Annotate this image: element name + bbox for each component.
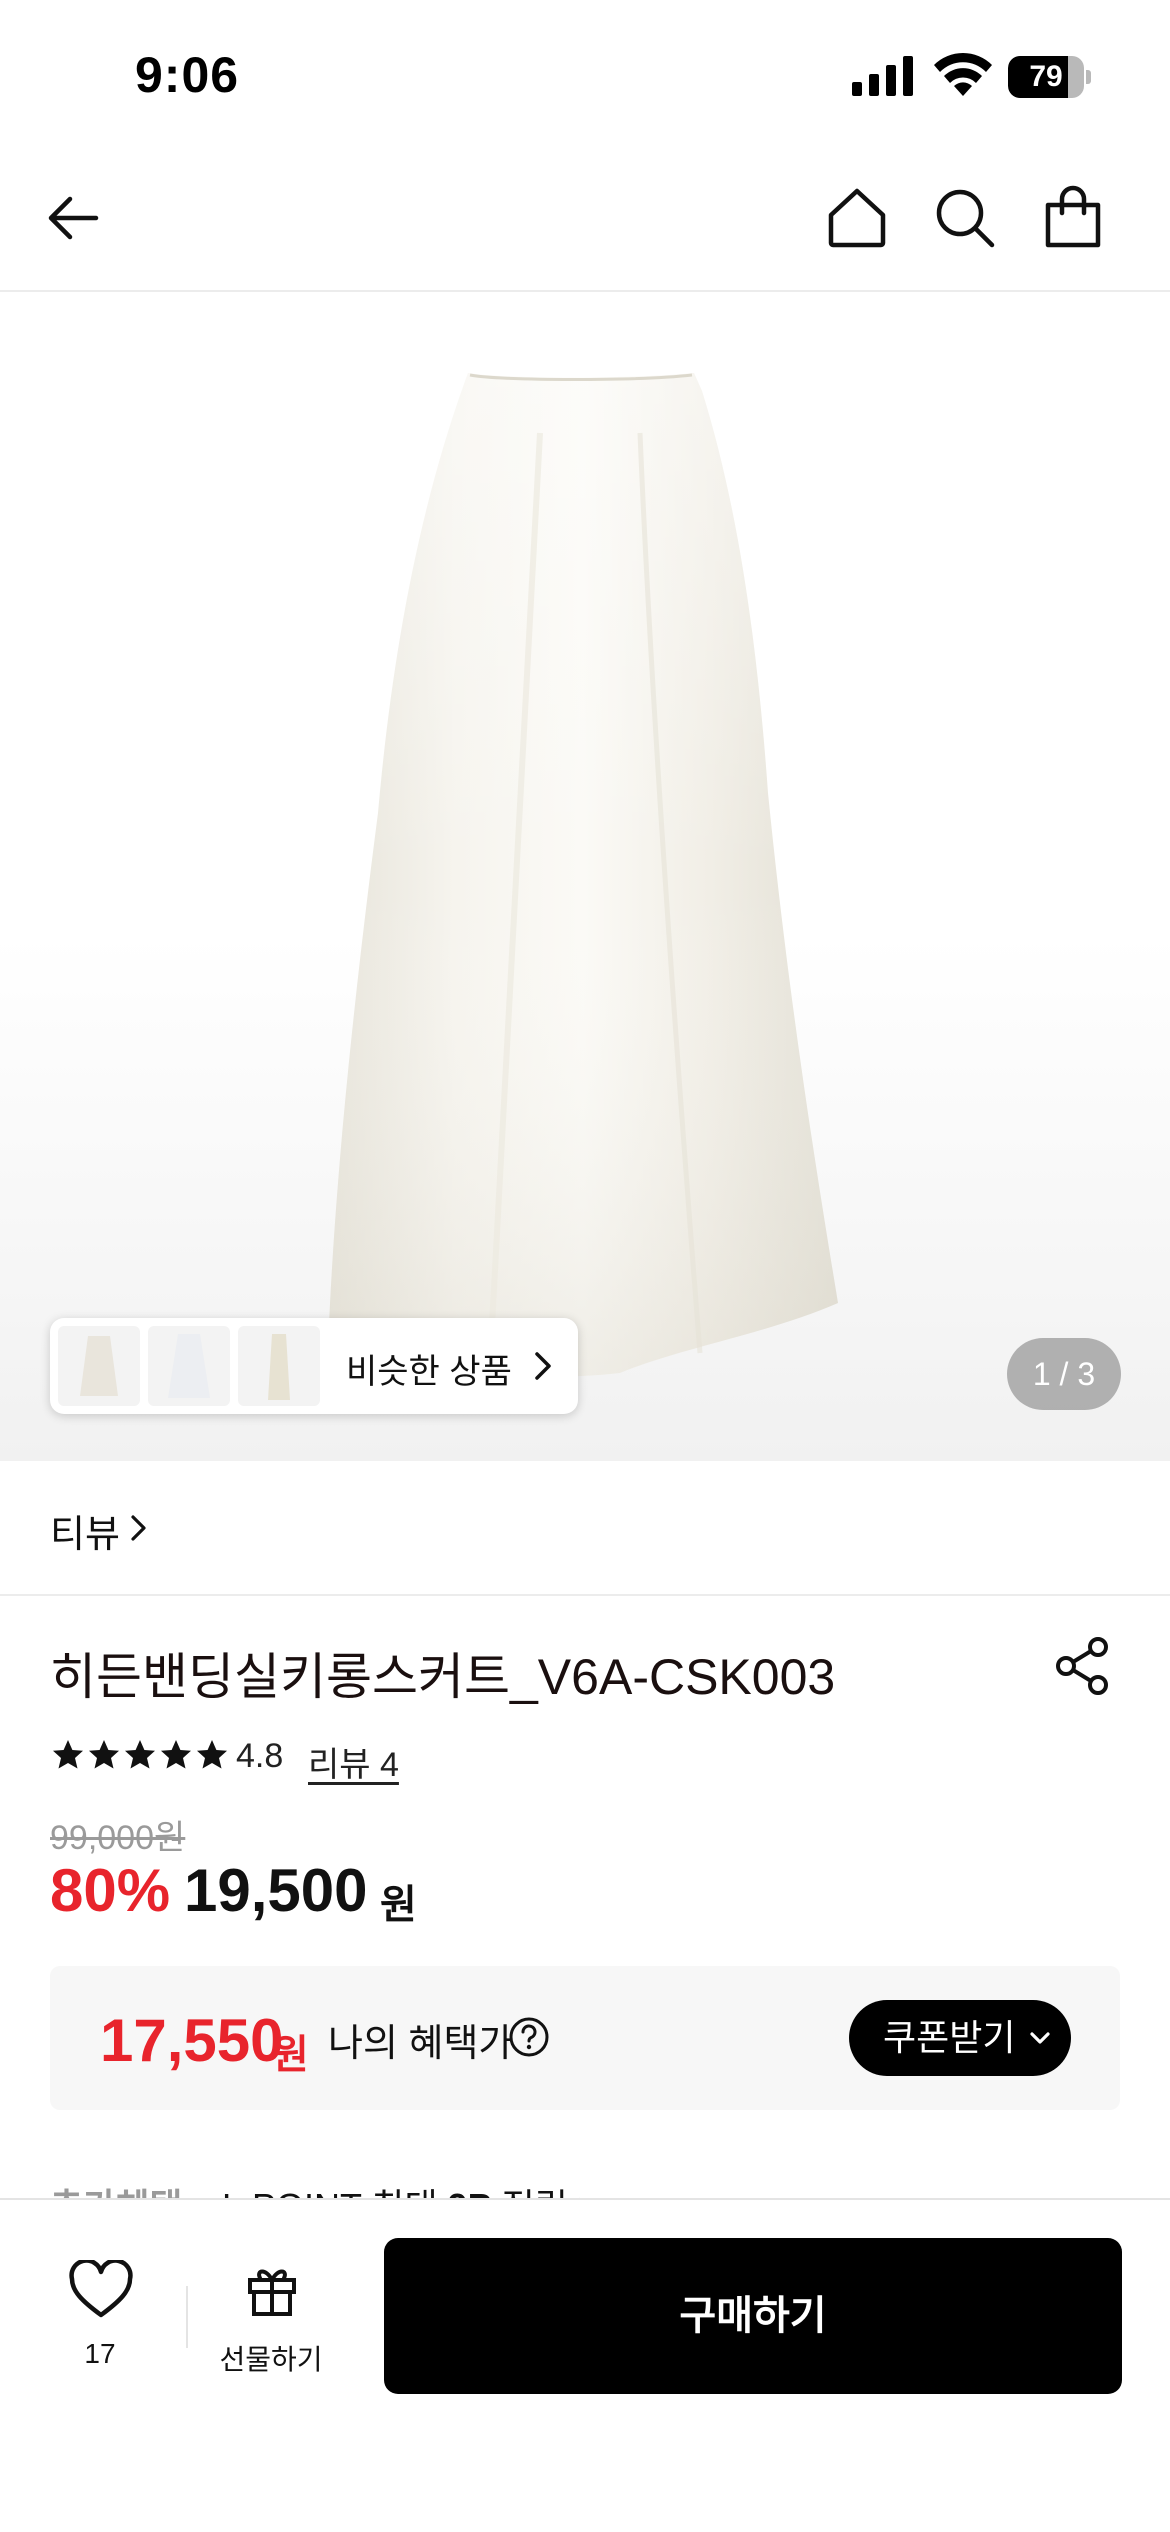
gift-label: 선물하기: [219, 2344, 323, 2375]
coupon-button-label: 쿠폰받기: [883, 2017, 1016, 2058]
wishlist-count: 17: [84, 2338, 116, 2369]
search-icon[interactable]: [930, 183, 1000, 253]
divider: [186, 2286, 188, 2348]
product-image-gallery[interactable]: 비슷한 상품 1 / 3: [0, 293, 1170, 1461]
star-icon: [161, 1740, 191, 1769]
chevron-right-icon: [535, 1352, 551, 1380]
gift-icon: [248, 2269, 296, 2316]
status-time: 9:06: [135, 47, 240, 103]
benefit-label: 나의 혜택가: [328, 2023, 514, 2065]
battery-level: 79: [1029, 60, 1063, 93]
wishlist-button[interactable]: 17: [50, 2260, 150, 2380]
star-icon: [197, 1740, 227, 1769]
original-price: 99,000원: [50, 1819, 186, 1857]
image-page-indicator: 1 / 3: [1007, 1338, 1121, 1410]
similar-thumbnail: [148, 1326, 230, 1406]
rating-row: 4.8 리뷰 4: [50, 1733, 650, 1786]
chevron-down-icon: [1030, 2032, 1050, 2044]
home-icon[interactable]: [822, 183, 892, 253]
top-nav-bar: [0, 150, 1170, 292]
back-arrow-icon[interactable]: [38, 183, 108, 253]
benefit-price: 17,550: [100, 2007, 284, 2074]
benefit-price-box: 17,550 원 나의 혜택가 쿠폰받기: [50, 1966, 1120, 2110]
buy-button[interactable]: 구매하기: [384, 2238, 1122, 2394]
chevron-right-icon: [131, 1515, 146, 1541]
brand-link[interactable]: 티뷰: [0, 1461, 1170, 1596]
price-row: 80% 19,500 원: [50, 1856, 850, 1936]
rating-stars: [50, 1737, 230, 1777]
wifi-icon: [934, 52, 992, 96]
cellular-signal-icon: [852, 56, 913, 96]
status-bar: 9:06 79: [0, 0, 1170, 150]
brand-name: 티뷰: [50, 1514, 120, 1556]
similar-thumbnail: [58, 1326, 140, 1406]
sale-price: 19,500: [184, 1857, 368, 1924]
star-icon: [89, 1740, 119, 1769]
similar-thumbnail: [238, 1326, 320, 1406]
help-icon[interactable]: [508, 2016, 550, 2058]
bottom-action-bar: 17 선물하기 구매하기: [0, 2198, 1170, 2532]
star-icon: [53, 1740, 83, 1769]
shopping-bag-icon[interactable]: [1038, 183, 1108, 253]
battery-icon: 79: [1008, 56, 1091, 98]
product-image-skirt: [328, 373, 838, 1377]
product-title: 히든밴딩실키롱스커트_V6A-CSK003: [50, 1649, 836, 1705]
sale-price-unit: 원: [380, 1883, 417, 1927]
heart-icon: [69, 2260, 133, 2318]
coupon-button[interactable]: 쿠폰받기: [849, 2000, 1071, 2076]
similar-products-label: 비슷한 상품: [346, 1353, 512, 1391]
share-icon[interactable]: [1052, 1635, 1114, 1697]
review-link[interactable]: 리뷰 4: [308, 1737, 399, 1786]
benefit-price-unit: 원: [272, 2033, 309, 2077]
rating-value: 4.8: [236, 1737, 284, 1775]
discount-rate: 80%: [50, 1857, 171, 1924]
star-icon: [125, 1740, 155, 1769]
gift-button[interactable]: 선물하기: [212, 2262, 330, 2382]
similar-products-button[interactable]: 비슷한 상품: [50, 1318, 578, 1414]
